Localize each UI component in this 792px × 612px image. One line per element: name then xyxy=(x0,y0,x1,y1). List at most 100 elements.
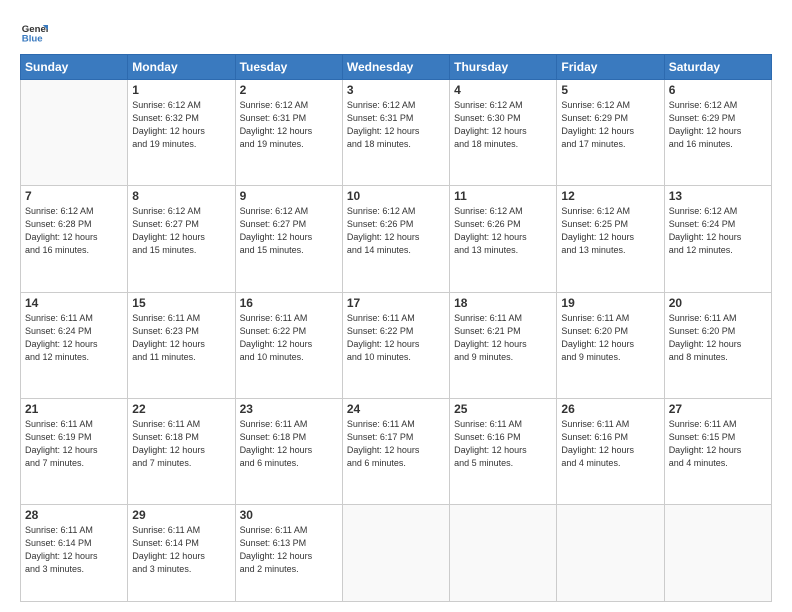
calendar-cell: 17 Sunrise: 6:11 AM Sunset: 6:22 PM Dayli… xyxy=(342,292,449,398)
day-number: 20 xyxy=(669,296,767,310)
day-number: 3 xyxy=(347,83,445,97)
calendar-cell: 1Sunrise: 6:12 AM Sunset: 6:32 PM Daylig… xyxy=(128,80,235,186)
week-row-1: 1Sunrise: 6:12 AM Sunset: 6:32 PM Daylig… xyxy=(21,80,772,186)
week-row-2: 7 Sunrise: 6:12 AM Sunset: 6:28 PM Daylig… xyxy=(21,186,772,292)
calendar-cell: 15 Sunrise: 6:11 AM Sunset: 6:23 PM Dayli… xyxy=(128,292,235,398)
weekday-header-tuesday: Tuesday xyxy=(235,55,342,80)
day-number: 23 xyxy=(240,402,338,416)
week-row-5: 28 Sunrise: 6:11 AM Sunset: 6:14 PM Dayli… xyxy=(21,505,772,602)
day-info: Sunrise: 6:12 AM Sunset: 6:26 PM Dayligh… xyxy=(454,205,552,257)
day-info: Sunrise: 6:11 AM Sunset: 6:20 PM Dayligh… xyxy=(561,312,659,364)
day-info: Sunrise: 6:12 AM Sunset: 6:29 PM Dayligh… xyxy=(561,99,659,151)
calendar-cell: 13 Sunrise: 6:12 AM Sunset: 6:24 PM Dayli… xyxy=(664,186,771,292)
day-number: 15 xyxy=(132,296,230,310)
day-info: Sunrise: 6:11 AM Sunset: 6:23 PM Dayligh… xyxy=(132,312,230,364)
calendar-cell: 7 Sunrise: 6:12 AM Sunset: 6:28 PM Daylig… xyxy=(21,186,128,292)
day-number: 26 xyxy=(561,402,659,416)
calendar-cell: 8 Sunrise: 6:12 AM Sunset: 6:27 PM Daylig… xyxy=(128,186,235,292)
day-number: 17 xyxy=(347,296,445,310)
day-info: Sunrise: 6:12 AM Sunset: 6:28 PM Dayligh… xyxy=(25,205,123,257)
calendar-cell: 23 Sunrise: 6:11 AM Sunset: 6:18 PM Dayli… xyxy=(235,398,342,504)
day-number: 9 xyxy=(240,189,338,203)
day-number: 22 xyxy=(132,402,230,416)
weekday-header-thursday: Thursday xyxy=(450,55,557,80)
calendar-cell: 27 Sunrise: 6:11 AM Sunset: 6:15 PM Dayli… xyxy=(664,398,771,504)
week-row-3: 14 Sunrise: 6:11 AM Sunset: 6:24 PM Dayli… xyxy=(21,292,772,398)
weekday-header-sunday: Sunday xyxy=(21,55,128,80)
calendar-cell: 3Sunrise: 6:12 AM Sunset: 6:31 PM Daylig… xyxy=(342,80,449,186)
day-info: Sunrise: 6:11 AM Sunset: 6:13 PM Dayligh… xyxy=(240,524,338,576)
day-number: 29 xyxy=(132,508,230,522)
calendar-cell: 2 Sunrise: 6:12 AM Sunset: 6:31 PM Daylig… xyxy=(235,80,342,186)
calendar-cell: 25Sunrise: 6:11 AM Sunset: 6:16 PM Dayli… xyxy=(450,398,557,504)
day-info: Sunrise: 6:12 AM Sunset: 6:25 PM Dayligh… xyxy=(561,205,659,257)
day-number: 1 xyxy=(132,83,230,97)
day-number: 28 xyxy=(25,508,123,522)
calendar-cell: 10 Sunrise: 6:12 AM Sunset: 6:26 PM Dayli… xyxy=(342,186,449,292)
day-info: Sunrise: 6:11 AM Sunset: 6:15 PM Dayligh… xyxy=(669,418,767,470)
day-number: 7 xyxy=(25,189,123,203)
header: General Blue xyxy=(20,18,772,46)
day-info: Sunrise: 6:11 AM Sunset: 6:22 PM Dayligh… xyxy=(240,312,338,364)
calendar-cell: 26Sunrise: 6:11 AM Sunset: 6:16 PM Dayli… xyxy=(557,398,664,504)
day-info: Sunrise: 6:12 AM Sunset: 6:27 PM Dayligh… xyxy=(132,205,230,257)
day-number: 18 xyxy=(454,296,552,310)
calendar-cell xyxy=(21,80,128,186)
weekday-header-wednesday: Wednesday xyxy=(342,55,449,80)
day-number: 5 xyxy=(561,83,659,97)
calendar-cell: 29Sunrise: 6:11 AM Sunset: 6:14 PM Dayli… xyxy=(128,505,235,602)
day-info: Sunrise: 6:11 AM Sunset: 6:22 PM Dayligh… xyxy=(347,312,445,364)
calendar-cell: 11 Sunrise: 6:12 AM Sunset: 6:26 PM Dayli… xyxy=(450,186,557,292)
day-info: Sunrise: 6:12 AM Sunset: 6:30 PM Dayligh… xyxy=(454,99,552,151)
day-number: 14 xyxy=(25,296,123,310)
day-number: 2 xyxy=(240,83,338,97)
day-number: 25 xyxy=(454,402,552,416)
calendar-cell: 21 Sunrise: 6:11 AM Sunset: 6:19 PM Dayli… xyxy=(21,398,128,504)
calendar-cell: 28 Sunrise: 6:11 AM Sunset: 6:14 PM Dayli… xyxy=(21,505,128,602)
calendar-cell: 4Sunrise: 6:12 AM Sunset: 6:30 PM Daylig… xyxy=(450,80,557,186)
day-number: 27 xyxy=(669,402,767,416)
calendar-cell: 22 Sunrise: 6:11 AM Sunset: 6:18 PM Dayli… xyxy=(128,398,235,504)
day-number: 10 xyxy=(347,189,445,203)
day-info: Sunrise: 6:11 AM Sunset: 6:24 PM Dayligh… xyxy=(25,312,123,364)
calendar-cell: 19 Sunrise: 6:11 AM Sunset: 6:20 PM Dayli… xyxy=(557,292,664,398)
day-info: Sunrise: 6:11 AM Sunset: 6:19 PM Dayligh… xyxy=(25,418,123,470)
day-info: Sunrise: 6:11 AM Sunset: 6:18 PM Dayligh… xyxy=(132,418,230,470)
calendar-cell: 24Sunrise: 6:11 AM Sunset: 6:17 PM Dayli… xyxy=(342,398,449,504)
day-number: 8 xyxy=(132,189,230,203)
day-info: Sunrise: 6:12 AM Sunset: 6:26 PM Dayligh… xyxy=(347,205,445,257)
day-info: Sunrise: 6:11 AM Sunset: 6:17 PM Dayligh… xyxy=(347,418,445,470)
calendar-cell xyxy=(342,505,449,602)
weekday-header-saturday: Saturday xyxy=(664,55,771,80)
calendar-cell xyxy=(450,505,557,602)
calendar-cell xyxy=(664,505,771,602)
calendar-cell: 6Sunrise: 6:12 AM Sunset: 6:29 PM Daylig… xyxy=(664,80,771,186)
day-info: Sunrise: 6:12 AM Sunset: 6:31 PM Dayligh… xyxy=(240,99,338,151)
weekday-header-monday: Monday xyxy=(128,55,235,80)
day-number: 30 xyxy=(240,508,338,522)
calendar-cell: 20 Sunrise: 6:11 AM Sunset: 6:20 PM Dayli… xyxy=(664,292,771,398)
day-number: 19 xyxy=(561,296,659,310)
calendar-table: SundayMondayTuesdayWednesdayThursdayFrid… xyxy=(20,54,772,602)
day-number: 6 xyxy=(669,83,767,97)
day-info: Sunrise: 6:11 AM Sunset: 6:20 PM Dayligh… xyxy=(669,312,767,364)
logo: General Blue xyxy=(20,18,48,46)
day-info: Sunrise: 6:11 AM Sunset: 6:14 PM Dayligh… xyxy=(25,524,123,576)
day-number: 21 xyxy=(25,402,123,416)
svg-text:Blue: Blue xyxy=(22,34,43,45)
calendar-cell: 16 Sunrise: 6:11 AM Sunset: 6:22 PM Dayli… xyxy=(235,292,342,398)
day-number: 13 xyxy=(669,189,767,203)
calendar-cell: 5 Sunrise: 6:12 AM Sunset: 6:29 PM Daylig… xyxy=(557,80,664,186)
day-number: 11 xyxy=(454,189,552,203)
calendar-cell: 14 Sunrise: 6:11 AM Sunset: 6:24 PM Dayli… xyxy=(21,292,128,398)
calendar-cell: 12 Sunrise: 6:12 AM Sunset: 6:25 PM Dayli… xyxy=(557,186,664,292)
day-info: Sunrise: 6:12 AM Sunset: 6:24 PM Dayligh… xyxy=(669,205,767,257)
day-info: Sunrise: 6:12 AM Sunset: 6:27 PM Dayligh… xyxy=(240,205,338,257)
calendar-cell xyxy=(557,505,664,602)
logo-icon: General Blue xyxy=(20,18,48,46)
weekday-header-friday: Friday xyxy=(557,55,664,80)
day-info: Sunrise: 6:11 AM Sunset: 6:18 PM Dayligh… xyxy=(240,418,338,470)
day-number: 16 xyxy=(240,296,338,310)
day-number: 12 xyxy=(561,189,659,203)
calendar-cell: 9 Sunrise: 6:12 AM Sunset: 6:27 PM Daylig… xyxy=(235,186,342,292)
